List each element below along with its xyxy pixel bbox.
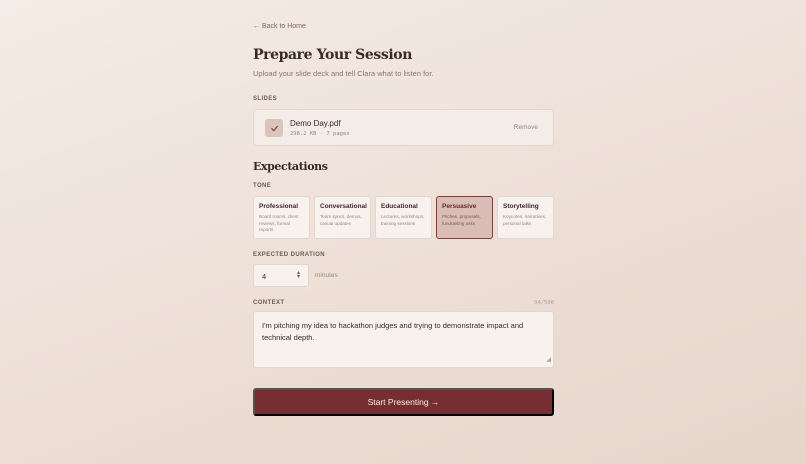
tone-option-persuasive[interactable]: Persuasive Pitches, proposals, fundraisi… [436,196,493,239]
check-icon [265,119,283,137]
page-title: Prepare Your Session [253,47,412,63]
tone-title: Professional [259,203,299,210]
tone-option-conversational[interactable]: Conversational Team syncs, demos, casual… [314,196,371,239]
context-char-counter: 94/500 [534,300,554,306]
back-to-home-link[interactable]: ← Back to Home [253,23,306,30]
duration-value: 4 [262,272,267,281]
stepper-arrows-icon[interactable]: ▴ ▾ [297,270,300,280]
tone-title: Persuasive [442,203,477,210]
context-text: I'm pitching my idea to hackathon judges… [262,321,524,342]
tone-label: TONE [253,183,272,189]
file-name: Demo Day.pdf [290,119,341,128]
duration-unit: minutes [315,272,338,279]
tone-title: Educational [381,203,418,210]
tone-description: Team syncs, demos, casual updates [320,214,362,226]
tone-title: Conversational [320,203,367,210]
tone-option-educational[interactable]: Educational Lectures, workshops, trainin… [375,196,432,239]
duration-label: EXPECTED DURATION [253,252,326,258]
expectations-heading: Expectations [253,160,328,173]
tone-description: Lectures, workshops, training sessions [381,214,425,226]
tone-description: Board rooms, client reviews, formal repo… [259,214,299,232]
tone-option-professional[interactable]: Professional Board rooms, client reviews… [253,196,310,239]
tone-options: Professional Board rooms, client reviews… [253,196,554,240]
context-textarea[interactable]: I'm pitching my idea to hackathon judges… [253,311,554,368]
resize-handle-icon[interactable]: ◢ [546,354,551,366]
tone-description: Keynotes, narratives, personal talks [503,214,547,226]
duration-stepper[interactable]: 4 ▴ ▾ [253,264,309,287]
context-label: CONTEXT [253,300,285,306]
slides-label: SLIDES [253,96,278,102]
tone-title: Storytelling [503,203,539,210]
file-meta: 298.2 KB · 7 pages [290,131,350,137]
remove-file-button[interactable]: Remove [514,124,538,131]
uploaded-file-card: Demo Day.pdf 298.2 KB · 7 pages Remove [253,109,554,146]
tone-description: Pitches, proposals, fundraising asks [442,214,481,226]
page-subtitle: Upload your slide deck and tell Clara wh… [253,69,434,78]
start-presenting-button[interactable]: Start Presenting → [253,388,554,416]
tone-option-storytelling[interactable]: Storytelling Keynotes, narratives, perso… [497,196,554,239]
